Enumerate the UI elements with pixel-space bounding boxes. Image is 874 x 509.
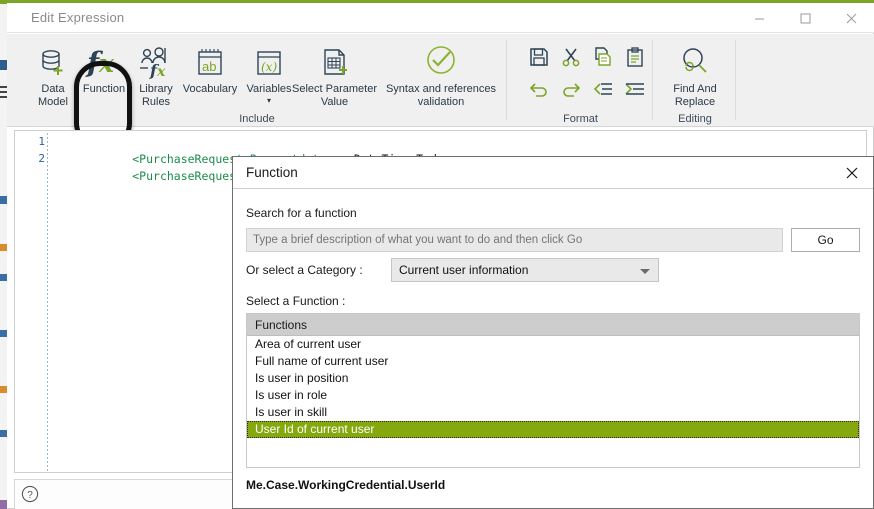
chevron-down-icon xyxy=(640,269,650,274)
maximize-button[interactable] xyxy=(782,3,828,33)
window-controls xyxy=(736,3,874,33)
svg-text:x: x xyxy=(156,64,166,80)
ribbon-group-include: Data Model f x Function f x Library Rule… xyxy=(7,34,507,127)
editor-code[interactable]: <PurchaseRequest.Requestdate> = DateTime… xyxy=(63,131,457,199)
search-input[interactable] xyxy=(246,228,783,252)
list-item[interactable]: Is user in position xyxy=(247,370,859,387)
group-separator xyxy=(735,40,736,120)
list-item[interactable]: Is user in skill xyxy=(247,404,859,421)
dialog-title-bar: Function xyxy=(233,157,873,189)
line-number: 1 xyxy=(38,135,45,148)
group-separator xyxy=(506,40,507,120)
gutter-divider xyxy=(47,133,48,472)
ribbon-button-select-parameter-value[interactable]: Select Parameter Value xyxy=(287,40,382,108)
undo-icon[interactable] xyxy=(526,76,552,102)
close-button[interactable] xyxy=(828,3,874,33)
function-list-header: Functions xyxy=(247,314,859,336)
ribbon-group-label: Editing xyxy=(678,113,712,125)
indent-icon[interactable] xyxy=(622,76,648,102)
dialog-close-button[interactable] xyxy=(835,160,869,186)
select-parameter-icon xyxy=(287,40,382,80)
go-button[interactable]: Go xyxy=(791,228,860,252)
svg-text:(x): (x) xyxy=(261,60,277,74)
category-selected-value: Current user information xyxy=(399,263,529,277)
group-separator xyxy=(652,40,653,120)
list-item[interactable]: Full name of current user xyxy=(247,353,859,370)
find-replace-icon xyxy=(661,40,729,80)
background-item xyxy=(0,91,7,93)
background-item xyxy=(0,386,7,393)
search-label: Search for a function xyxy=(246,206,357,220)
list-item[interactable]: Is user in role xyxy=(247,387,859,404)
cut-icon[interactable] xyxy=(558,44,584,70)
background-item xyxy=(0,244,7,251)
list-item[interactable]: Area of current user xyxy=(247,336,859,353)
check-circle-icon xyxy=(382,40,500,80)
dialog-body: Search for a function Go Or select a Cat… xyxy=(233,190,873,508)
category-select[interactable]: Current user information xyxy=(391,258,659,282)
function-list[interactable]: Functions Area of current user Full name… xyxy=(246,313,860,468)
background-item xyxy=(0,96,7,98)
title-bar: Edit Expression xyxy=(7,3,874,33)
ribbon: Data Model f x Function f x Library Rule… xyxy=(7,34,874,149)
column-header-functions: Functions xyxy=(255,318,308,332)
editor-gutter: 1 2 xyxy=(15,131,53,472)
background-item xyxy=(0,196,7,204)
dialog-title: Function xyxy=(246,165,298,180)
ribbon-group-label: Format xyxy=(563,113,598,125)
minimize-button[interactable] xyxy=(736,3,782,33)
background-item xyxy=(0,60,7,70)
category-label: Or select a Category : xyxy=(246,263,363,277)
ribbon-group-format: Format xyxy=(508,34,653,127)
ribbon-label: Find And Replace xyxy=(673,83,717,108)
function-list-label: Select a Function : xyxy=(246,294,346,308)
outdent-icon[interactable] xyxy=(590,76,616,102)
background-item xyxy=(0,430,7,437)
formula-preview: Me.Case.WorkingCredential.UserId xyxy=(246,478,446,492)
paste-icon[interactable] xyxy=(622,44,648,70)
ribbon-label: Syntax and references validation xyxy=(385,83,497,108)
screen: Edit Expression Data Model f x Function … xyxy=(0,0,874,509)
svg-text:ab: ab xyxy=(202,59,216,74)
ribbon-button-syntax-validation[interactable]: Syntax and references validation xyxy=(382,40,500,108)
ribbon-button-find-replace[interactable]: Find And Replace xyxy=(661,40,729,108)
line-number: 2 xyxy=(38,152,45,165)
svg-text:?: ? xyxy=(27,490,33,501)
save-icon[interactable] xyxy=(526,44,552,70)
redo-icon[interactable] xyxy=(558,76,584,102)
background-item xyxy=(0,274,7,281)
ribbon-label: Select Parameter Value xyxy=(292,83,377,108)
ribbon-group-editing: Find And Replace Editing xyxy=(654,34,736,127)
svg-text:x: x xyxy=(98,49,115,78)
background-item xyxy=(0,500,7,509)
copy-icon[interactable] xyxy=(590,44,616,70)
list-item-selected[interactable]: User Id of current user xyxy=(247,421,859,438)
function-dialog: Function Search for a function Go Or sel… xyxy=(232,156,874,509)
help-icon[interactable]: ? xyxy=(21,485,39,503)
window-title: Edit Expression xyxy=(31,10,125,25)
background-item xyxy=(0,86,7,88)
background-accent-bar xyxy=(0,0,7,4)
background-item xyxy=(0,330,7,337)
ribbon-group-label: Include xyxy=(239,113,275,125)
